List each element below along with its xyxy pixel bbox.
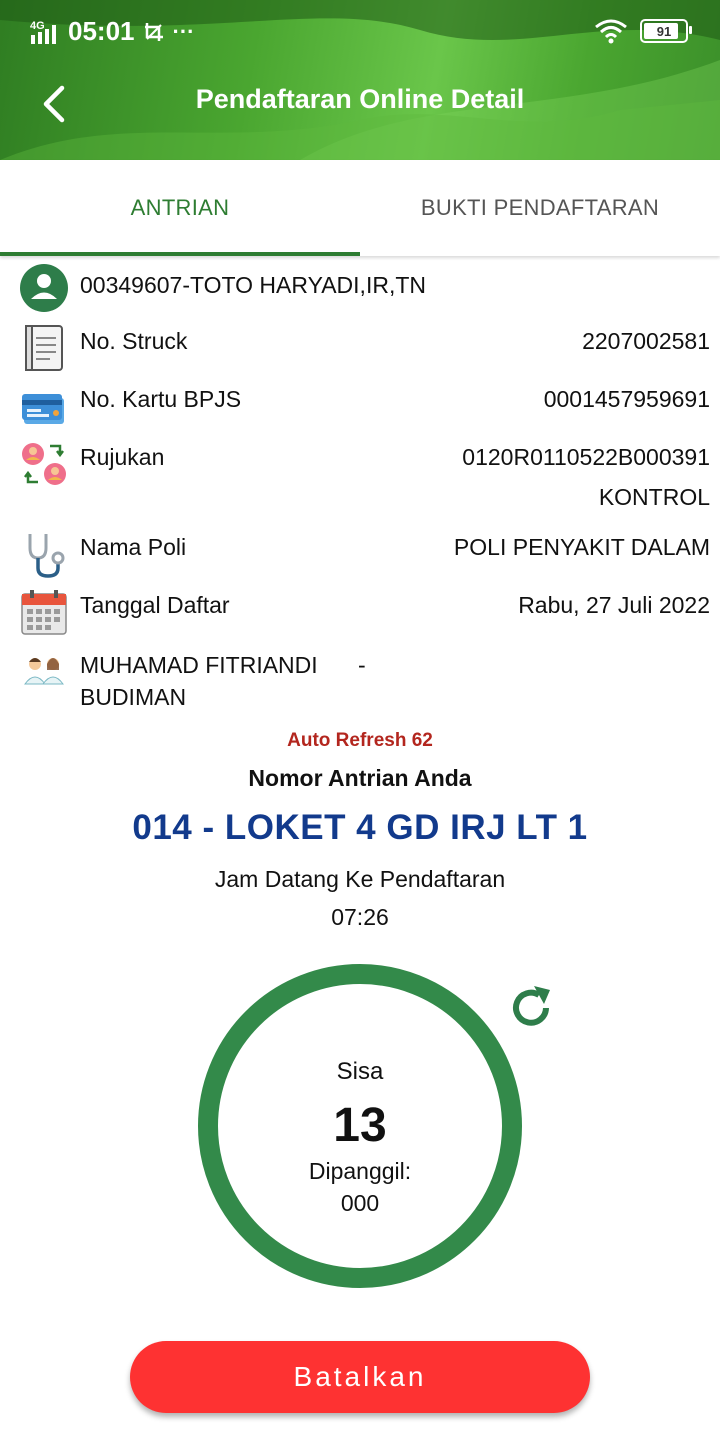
wifi-icon — [595, 19, 627, 44]
detail-value-poli: POLI PENYAKIT DALAM — [453, 534, 710, 560]
app-header: 4G 05:01 ··· 91 Pendaftaran Online Detai… — [0, 0, 720, 160]
detail-value-rujukan-type: KONTROL — [598, 484, 710, 510]
detail-label-poli: Nama Poli — [80, 534, 187, 560]
detail-value-tanggal: Rabu, 27 Juli 2022 — [518, 592, 710, 618]
card-icon — [22, 394, 64, 424]
tab-bukti-pendaftaran[interactable]: BUKTI PENDAFTARAN — [360, 160, 720, 256]
stethoscope-icon — [28, 534, 65, 578]
battery-icon: 91 — [640, 19, 692, 43]
called-number: 000 — [340, 1190, 380, 1216]
doctor-value: - — [358, 652, 366, 678]
svg-text:4G: 4G — [30, 20, 45, 32]
detail-value-rujukan: 0120R0110522B000391 — [462, 444, 710, 470]
detail-value-bpjs: 0001457959691 — [543, 386, 710, 412]
page-title: Pendaftaran Online Detail — [195, 84, 525, 114]
arrival-time-label: Jam Datang Ke Pendaftaran — [214, 866, 506, 892]
detail-label-struck: No. Struck — [80, 328, 188, 354]
arrival-time: 07:26 — [331, 904, 389, 930]
screenshot-icon — [144, 22, 163, 41]
tab-active-indicator — [0, 252, 360, 256]
patient-name: 00349607-TOTO HARYADI,IR,TN — [80, 272, 426, 298]
tab-antrian[interactable]: ANTRIAN — [0, 160, 360, 256]
signal-icon: 4G — [30, 20, 56, 44]
battery-level: 91 — [656, 23, 672, 39]
receipt-icon — [25, 325, 63, 371]
called-label: Dipanggil: — [308, 1158, 412, 1184]
remaining-count: 13 — [333, 1099, 387, 1152]
cancel-button[interactable]: Batalkan — [130, 1341, 590, 1413]
refresh-icon[interactable] — [506, 982, 556, 1032]
detail-label-bpjs: No. Kartu BPJS — [80, 386, 242, 412]
calendar-icon — [21, 590, 67, 635]
queue-number-label: Nomor Antrian Anda — [248, 765, 472, 791]
detail-label-rujukan: Rujukan — [80, 444, 165, 470]
status-more: ··· — [172, 18, 195, 44]
doctor-name-line2: BUDIMAN — [80, 684, 187, 710]
referral-icon — [22, 443, 66, 485]
detail-value-struck: 2207002581 — [582, 328, 710, 354]
auto-refresh-countdown: Auto Refresh 62 — [287, 730, 433, 751]
doctors-icon — [24, 658, 64, 685]
tab-bar: ANTRIAN BUKTI PENDAFTARAN — [0, 160, 720, 256]
remaining-label: Sisa — [336, 1058, 384, 1085]
queue-number: 014 - LOKET 4 GD IRJ LT 1 — [132, 808, 588, 847]
person-icon — [20, 264, 68, 312]
detail-label-tanggal: Tanggal Daftar — [80, 592, 230, 618]
status-bar: 4G 05:01 ··· 91 — [0, 0, 720, 64]
status-time: 05:01 — [68, 16, 135, 46]
